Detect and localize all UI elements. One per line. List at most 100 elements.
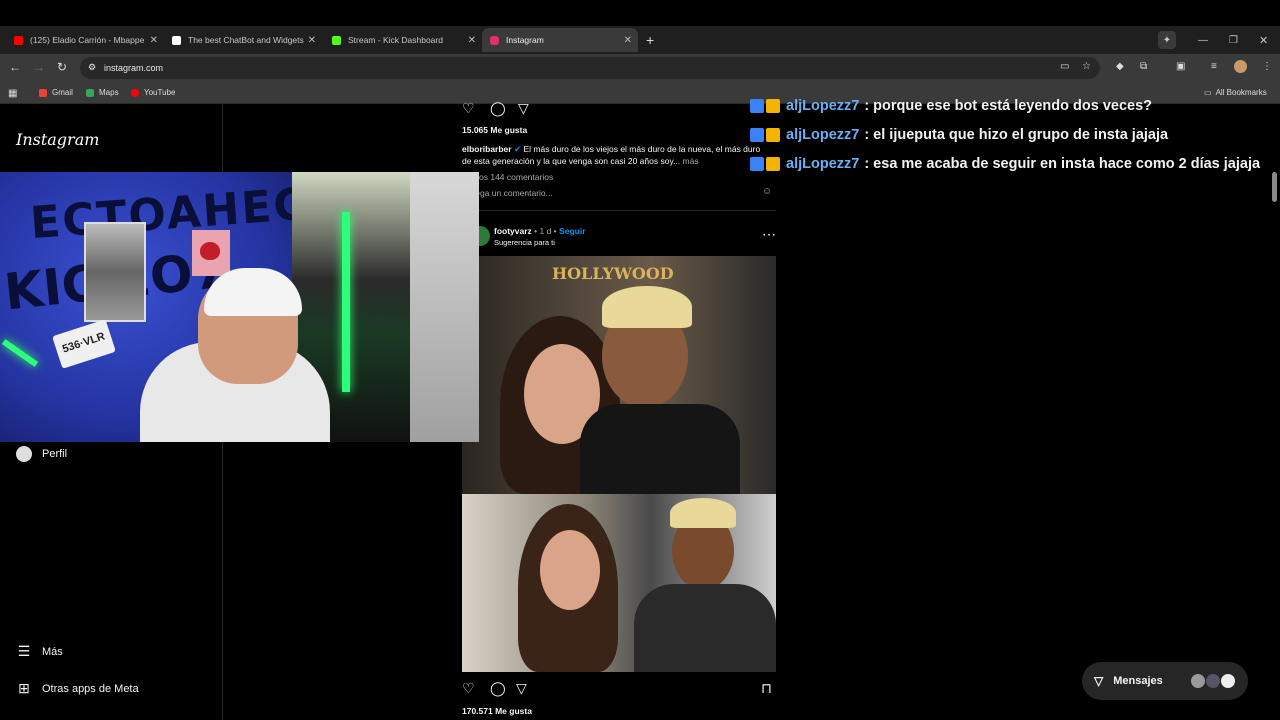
hollywood-sign: HOLLYWOOD: [552, 264, 674, 283]
verified-badge-icon: [750, 128, 764, 142]
sidebar-item-perfil[interactable]: Perfil: [16, 446, 67, 462]
profile-icon: [16, 446, 32, 462]
chat-text: : el ijueputa que hizo el grupo de insta…: [864, 127, 1169, 143]
likes-count: 170.571 Me gusta: [462, 706, 532, 716]
close-tab-icon[interactable]: ✕: [150, 35, 158, 46]
sidebar-item-meta-apps[interactable]: ⊞ Otras apps de Meta: [16, 680, 139, 697]
man-suit: [580, 404, 740, 494]
close-tab-icon[interactable]: ✕: [624, 35, 632, 46]
chat-text: : esa me acaba de seguir en insta hace c…: [864, 156, 1261, 172]
puzzle-icon[interactable]: ⧉: [1140, 61, 1147, 72]
heart-poster: [192, 230, 230, 276]
man-hair: [602, 286, 692, 328]
tab-title: (125) Eladio Carrión - Mbappe: [30, 35, 145, 45]
close-tab-icon[interactable]: ✕: [308, 35, 316, 46]
gemini-button[interactable]: ✦: [1158, 31, 1176, 49]
follow-button[interactable]: Seguir: [559, 226, 585, 236]
apps-icon[interactable]: ▦: [8, 88, 17, 99]
chat-username: aljLopezz7: [786, 127, 860, 143]
youtube-icon: [131, 88, 139, 97]
close-tab-icon[interactable]: ✕: [468, 35, 476, 46]
tab-title: Instagram: [506, 35, 544, 45]
verified-badge-icon: [750, 157, 764, 171]
comment-icon[interactable]: ◯: [490, 100, 506, 117]
meta-apps-icon: ⊞: [18, 680, 30, 696]
chat-username: aljLopezz7: [786, 156, 860, 172]
chat-username: aljLopezz7: [786, 98, 860, 114]
post-suggestion: Sugerencia para ti: [494, 238, 555, 247]
photo-bottom: [462, 494, 776, 672]
all-bookmarks-label: All Bookmarks: [1215, 88, 1267, 97]
sidebar-item-mas[interactable]: ☰ Más: [16, 643, 63, 660]
scrollbar[interactable]: [1272, 172, 1277, 202]
chatbot-icon: [172, 35, 181, 45]
avatar[interactable]: [1234, 60, 1247, 73]
bookmark-label: YouTube: [144, 88, 176, 97]
sidepanel-icon[interactable]: ▣: [1176, 61, 1185, 72]
reload-icon[interactable]: ↻: [57, 60, 67, 74]
crown-icon: [766, 157, 780, 171]
bookmark-maps[interactable]: Maps: [86, 88, 119, 97]
cast-icon[interactable]: ▭: [1060, 61, 1069, 72]
tab-youtube[interactable]: (125) Eladio Carrión - Mbappe ✕: [8, 28, 158, 52]
instagram-logo[interactable]: Instagram: [16, 130, 99, 149]
tab-instagram[interactable]: Instagram ✕: [482, 28, 638, 52]
url-text: instagram.com: [104, 63, 164, 73]
neon-light: [342, 212, 350, 392]
instagram-icon: [490, 35, 499, 45]
post-image[interactable]: HOLLYWOOD: [462, 256, 776, 672]
chat-text: : porque ese bot está leyendo dos veces?: [864, 98, 1152, 114]
tab-chatbot[interactable]: The best ChatBot and Widgets ✕: [166, 28, 316, 52]
back-icon[interactable]: ←: [9, 60, 21, 74]
window-top: [0, 0, 1280, 26]
likes-count: 15.065 Me gusta: [462, 125, 528, 135]
post-divider: [462, 210, 776, 211]
right-wall: [410, 172, 479, 442]
man-hair: [670, 498, 736, 528]
chat-message: aljLopezz7 : el ijueputa que hizo el gru…: [750, 127, 1168, 143]
tab-title: Stream - Kick Dashboard: [348, 35, 443, 45]
menu-icon[interactable]: ⋮: [1262, 61, 1272, 72]
more-link[interactable]: más: [683, 156, 699, 166]
bookmark-youtube[interactable]: YouTube: [131, 88, 175, 97]
bookmark-gmail[interactable]: Gmail: [39, 88, 73, 97]
post-time: • 1 d •: [534, 226, 557, 236]
post-username[interactable]: footyvarz: [494, 226, 532, 236]
sidebar-item-label: Otras apps de Meta: [42, 682, 139, 695]
tab-kick[interactable]: Stream - Kick Dashboard ✕: [326, 28, 476, 52]
save-icon[interactable]: ⊓: [761, 680, 772, 697]
forward-icon[interactable]: →: [33, 60, 45, 74]
kick-icon: [332, 35, 341, 45]
comment-icon[interactable]: ◯: [490, 680, 506, 697]
tab-title: The best ChatBot and Widgets: [188, 35, 304, 45]
share-icon[interactable]: ▽: [516, 680, 527, 697]
share-icon[interactable]: ▽: [518, 100, 529, 117]
new-tab-button[interactable]: +: [646, 28, 660, 52]
like-icon[interactable]: ♡: [462, 100, 475, 117]
address-bar[interactable]: ⚙ instagram.com: [80, 57, 1100, 79]
more-options-icon[interactable]: ⋯: [762, 226, 776, 243]
sidebar-item-label: Perfil: [42, 448, 68, 460]
caption-user[interactable]: elboribarber: [462, 144, 512, 154]
emoji-icon[interactable]: ☺: [762, 186, 772, 197]
star-icon[interactable]: ☆: [1082, 61, 1091, 72]
poster: [84, 222, 146, 322]
close-window-button[interactable]: ✕: [1259, 28, 1271, 52]
hamburger-icon: ☰: [17, 643, 31, 659]
maps-icon: [86, 88, 94, 97]
like-icon[interactable]: ♡: [462, 680, 475, 697]
site-info-icon[interactable]: ⚙: [88, 62, 96, 73]
restore-button[interactable]: ❐: [1229, 28, 1241, 52]
extension-icon[interactable]: ◆: [1116, 61, 1124, 72]
media-icon[interactable]: ≡: [1211, 61, 1217, 72]
sidebar-item-label: Más: [42, 645, 63, 658]
bookmark-label: Gmail: [52, 88, 73, 97]
direct-icon: ▽: [1094, 674, 1104, 688]
all-bookmarks[interactable]: ▭ All Bookmarks: [1204, 88, 1267, 97]
folder-icon: ▭: [1204, 88, 1212, 97]
gmail-icon: [39, 88, 47, 97]
minimize-button[interactable]: —: [1198, 28, 1210, 52]
crown-icon: [766, 99, 780, 113]
verified-icon: ✔: [513, 144, 522, 154]
avatar: [1205, 673, 1221, 689]
